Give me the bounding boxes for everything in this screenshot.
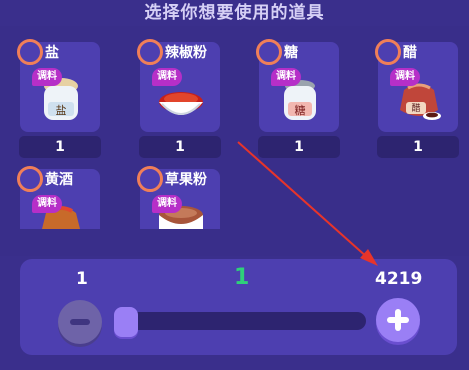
max-value: 4219 xyxy=(375,269,423,289)
seasoning-tag: 调料 xyxy=(32,68,62,86)
item-count: 1 xyxy=(258,136,340,158)
select-checkbox[interactable] xyxy=(256,39,282,65)
item-card-vinegar[interactable]: 醋 调料 醋 xyxy=(375,39,458,132)
slider-handle[interactable] xyxy=(114,307,138,337)
item-name: 辣椒粉 xyxy=(165,45,207,61)
item-card-rice-wine[interactable]: 黄酒 调料 xyxy=(17,166,100,229)
seasoning-tag: 调料 xyxy=(152,195,182,213)
item-card-tsaoko-powder[interactable]: 草果粉 调料 xyxy=(137,166,220,229)
increase-button[interactable] xyxy=(376,298,420,342)
minus-icon xyxy=(70,319,90,325)
item-count: 1 xyxy=(19,136,101,158)
item-name: 盐 xyxy=(45,45,59,61)
item-count: 1 xyxy=(139,136,221,158)
quantity-selector: 1 1 4219 xyxy=(20,259,457,355)
min-value: 1 xyxy=(76,269,88,289)
item-card-sugar[interactable]: 糖 调料 糖 xyxy=(256,39,339,132)
item-card-salt[interactable]: 盐 调料 盐 xyxy=(17,39,100,132)
page-title: 选择你想要使用的道具 xyxy=(144,3,325,23)
item-grid: 盐 调料 盐 1 辣椒粉 调料 1 糖 调料 糖 1 醋 调料 醋 1 黄酒 调… xyxy=(0,26,469,256)
current-quantity: 1 xyxy=(234,265,250,290)
seasoning-tag: 调料 xyxy=(390,68,420,86)
svg-text:糖: 糖 xyxy=(295,103,306,117)
svg-text:盐: 盐 xyxy=(56,104,67,117)
item-name: 草果粉 xyxy=(165,172,207,188)
seasoning-tag: 调料 xyxy=(152,68,182,86)
select-checkbox[interactable] xyxy=(137,39,163,65)
item-count: 1 xyxy=(377,136,459,158)
item-name: 黄酒 xyxy=(45,172,73,188)
decrease-button[interactable] xyxy=(58,300,102,344)
item-name: 醋 xyxy=(403,45,417,61)
seasoning-tag: 调料 xyxy=(271,68,301,86)
item-card-chili-powder[interactable]: 辣椒粉 调料 xyxy=(137,39,220,132)
quantity-slider[interactable] xyxy=(114,307,366,337)
select-checkbox[interactable] xyxy=(137,166,163,192)
seasoning-tag: 调料 xyxy=(32,195,62,213)
item-name: 糖 xyxy=(284,45,298,61)
select-checkbox[interactable] xyxy=(17,166,43,192)
select-checkbox[interactable] xyxy=(17,39,43,65)
select-checkbox[interactable] xyxy=(375,39,401,65)
svg-text:醋: 醋 xyxy=(411,102,420,114)
